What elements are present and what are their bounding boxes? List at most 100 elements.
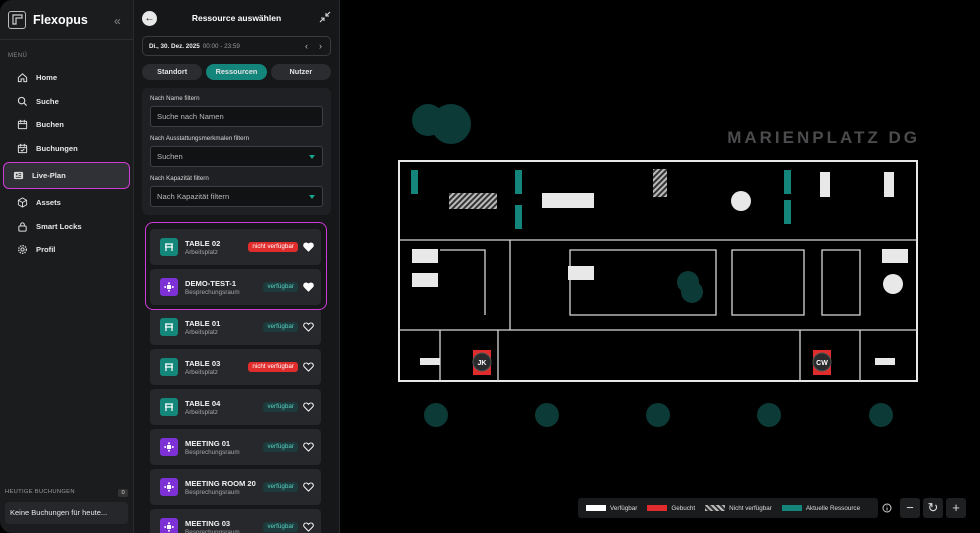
name-filter-input[interactable]: Suche nach Namen — [150, 106, 323, 127]
caret-down-icon — [309, 155, 315, 159]
sidebar-item-buchungen[interactable]: Buchungen — [4, 137, 129, 161]
desk[interactable] — [420, 358, 440, 365]
resource-name: DEMO-TEST-1 — [185, 278, 237, 288]
meeting-room-icon — [160, 438, 178, 456]
legend-item: Gebucht — [647, 505, 695, 512]
heart-icon[interactable] — [303, 282, 314, 292]
resource-row[interactable]: TABLE 03 Arbeitsplatz nicht verfügbar — [150, 349, 321, 385]
capacity-filter-value: Nach Kapazität filtern — [157, 192, 230, 201]
round-table[interactable] — [883, 274, 903, 294]
resource-row[interactable]: MEETING 01 Besprechungsraum verfügbar — [150, 429, 321, 465]
reset-view-button[interactable]: ↻ — [923, 498, 943, 518]
desk[interactable] — [875, 358, 895, 365]
status-badge: verfügbar — [263, 322, 298, 332]
sidebar-item-live-plan[interactable]: Live-Plan — [3, 162, 130, 189]
heart-icon[interactable] — [303, 442, 314, 452]
name-filter-label: Nach Name filtern — [150, 95, 200, 102]
sidebar-item-profil[interactable]: Profil — [4, 238, 129, 262]
round-table[interactable] — [731, 191, 751, 211]
caret-down-icon — [309, 195, 315, 199]
resource-row[interactable]: TABLE 02 Arbeitsplatz nicht verfügbar — [150, 229, 321, 265]
sidebar-item-smart-locks[interactable]: Smart Locks — [4, 215, 129, 239]
area-marker — [757, 403, 781, 427]
calendar-icon — [17, 120, 28, 130]
heart-icon[interactable] — [303, 242, 314, 252]
zoom-out-button[interactable]: − — [900, 498, 920, 518]
unavailable-desk[interactable] — [653, 169, 667, 197]
resource-name: MEETING ROOM 20 — [185, 478, 256, 488]
sidebar-item-assets[interactable]: Assets — [4, 191, 129, 215]
desk[interactable] — [412, 273, 438, 287]
tab-ressourcen[interactable]: Ressourcen — [206, 64, 267, 80]
heart-icon[interactable] — [303, 482, 314, 492]
desk[interactable] — [882, 249, 908, 263]
resource-row[interactable]: MEETING ROOM 20 Besprechungsraum verfügbar — [150, 469, 321, 505]
heart-icon[interactable] — [303, 522, 314, 532]
date-picker[interactable]: Di., 30. Dez. 2025 00:00 - 23:59 ‹ › — [142, 36, 331, 56]
resource-row[interactable]: MEETING 03 Besprechungsraum verfügbar — [150, 509, 321, 533]
area-marker — [424, 403, 448, 427]
resource-type: Besprechungsraum — [185, 288, 240, 296]
floor-plan-map[interactable]: MARIENPLATZ DG JK CW — [340, 0, 980, 533]
zoom-in-button[interactable]: + — [946, 498, 966, 518]
sidebar-item-home[interactable]: Home — [4, 66, 129, 90]
status-badge: verfügbar — [263, 482, 298, 492]
status-badge: verfügbar — [263, 442, 298, 452]
sidebar-item-suche[interactable]: Suche — [4, 90, 129, 114]
double-chevron-left-icon[interactable]: « — [114, 14, 121, 28]
resource-row[interactable]: TABLE 01 Arbeitsplatz verfügbar — [150, 309, 321, 345]
unavailable-desk[interactable] — [449, 193, 497, 209]
desk-icon — [160, 398, 178, 416]
calendar-check-icon — [17, 143, 28, 153]
info-icon[interactable] — [882, 503, 892, 513]
current-resource[interactable] — [784, 200, 791, 224]
status-badge: verfügbar — [263, 402, 298, 412]
sidebar: Flexopus « MENÜ Home Suche Buchen Buchun… — [0, 0, 134, 533]
user-marker-cw[interactable]: CW — [816, 360, 828, 367]
area-marker — [646, 403, 670, 427]
desk[interactable] — [412, 249, 438, 263]
resource-text: MEETING 01 Besprechungsraum — [185, 439, 240, 456]
current-resource[interactable] — [411, 170, 418, 194]
resource-name: MEETING 01 — [185, 438, 231, 448]
resource-text: MEETING ROOM 20 Besprechungsraum — [185, 479, 256, 496]
tab-nutzer[interactable]: Nutzer — [270, 64, 331, 80]
resource-type: Arbeitsplatz — [185, 408, 218, 416]
current-resource[interactable] — [515, 205, 522, 229]
heart-icon[interactable] — [303, 402, 314, 412]
resource-row[interactable]: TABLE 04 Arbeitsplatz verfügbar — [150, 389, 321, 425]
chevron-right-icon[interactable]: › — [319, 41, 322, 51]
equipment-filter-select[interactable]: Suchen — [150, 146, 323, 167]
status-badge: nicht verfügbar — [248, 362, 298, 372]
desk[interactable] — [884, 172, 894, 197]
resource-name: TABLE 01 — [185, 318, 221, 328]
desk[interactable] — [568, 266, 594, 280]
resource-type: Arbeitsplatz — [185, 328, 218, 336]
tab-standort[interactable]: Standort — [142, 64, 203, 80]
sidebar-item-label: Buchen — [36, 120, 64, 130]
resource-list: TABLE 02 Arbeitsplatz nicht verfügbar DEMO-… — [150, 229, 321, 533]
floor-plan[interactable]: MARIENPLATZ DG JK CW — [340, 0, 980, 533]
heart-icon[interactable] — [303, 362, 314, 372]
resource-row[interactable]: DEMO-TEST-1 Besprechungsraum verfügbar — [150, 269, 321, 305]
current-resource[interactable] — [784, 170, 791, 194]
current-resource[interactable] — [515, 170, 522, 194]
desk-group[interactable] — [542, 193, 594, 208]
expand-icon[interactable] — [319, 11, 331, 23]
user-marker-jk[interactable]: JK — [478, 360, 487, 367]
sidebar-item-label: Assets — [36, 198, 61, 208]
sidebar-item-buchen[interactable]: Buchen — [4, 113, 129, 137]
capacity-filter-select[interactable]: Nach Kapazität filtern — [150, 186, 323, 207]
resource-text: TABLE 03 Arbeitsplatz — [185, 359, 220, 376]
desk-icon — [160, 358, 178, 376]
desk[interactable] — [820, 172, 830, 197]
capacity-filter-label: Nach Kapazität filtern — [150, 175, 209, 182]
date-value: Di., 30. Dez. 2025 — [149, 42, 200, 50]
box-icon — [17, 197, 28, 208]
status-badge: nicht verfügbar — [248, 242, 298, 252]
brand-name: Flexopus — [33, 12, 88, 27]
app-window: Flexopus « MENÜ Home Suche Buchen Buchun… — [0, 0, 980, 533]
sidebar-item-label: Suche — [36, 96, 59, 106]
chevron-left-icon[interactable]: ‹ — [305, 41, 308, 51]
heart-icon[interactable] — [303, 322, 314, 332]
